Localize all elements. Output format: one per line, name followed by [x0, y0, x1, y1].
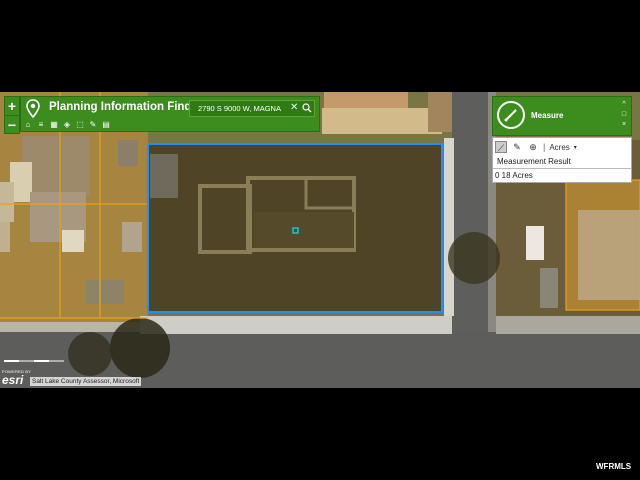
planning-finder-panel: Planning Information Finder 2790 S 9000 …: [20, 96, 320, 132]
home-icon[interactable]: ⌂: [23, 120, 33, 130]
location-tool-icon[interactable]: ⊕: [527, 141, 539, 153]
area-tool-icon[interactable]: ⟋: [495, 141, 507, 153]
select-icon[interactable]: ⬚: [75, 120, 85, 130]
layers-icon[interactable]: ◈: [62, 120, 72, 130]
zoom-in-button[interactable]: +: [5, 97, 19, 115]
zoom-out-button[interactable]: −: [5, 116, 19, 134]
measure-title: Measure: [531, 111, 564, 120]
result-label: Measurement Result: [497, 157, 571, 166]
search-value[interactable]: 2790 S 9000 W, MAGNA: [198, 104, 281, 113]
unit-select[interactable]: Acres: [549, 143, 569, 152]
location-pin-icon: [26, 99, 40, 119]
distance-tool-icon[interactable]: ✎: [511, 141, 523, 153]
scale-bar: [4, 360, 64, 362]
chevron-down-icon[interactable]: ▾: [574, 144, 577, 151]
result-divider: [493, 168, 631, 169]
search-icon[interactable]: [302, 103, 312, 113]
result-value: 0 18 Acres: [495, 171, 533, 180]
finder-toolbar: ⌂ ≡ ▦ ◈ ⬚ ✎ ▤: [23, 120, 111, 132]
print-icon[interactable]: ▤: [101, 120, 111, 130]
collapse-button[interactable]: ^: [619, 100, 629, 110]
list-icon[interactable]: ≡: [36, 120, 46, 130]
watermark: WFRMLS: [596, 462, 632, 471]
zoom-control: + −: [4, 96, 20, 134]
draw-icon[interactable]: ✎: [88, 120, 98, 130]
maximize-button[interactable]: □: [619, 110, 629, 120]
ruler-pencil-icon: [504, 109, 517, 122]
measure-widget-button[interactable]: [497, 101, 525, 129]
measure-panel: ⟋ ✎ ⊕ | Acres ▾ Measurement Result 0 18 …: [492, 137, 632, 183]
measure-toolbar: ⟋ ✎ ⊕ | Acres ▾: [495, 140, 577, 154]
esri-wordmark: esri: [2, 373, 24, 387]
esri-logo: POWERED BY esri: [2, 369, 31, 386]
clear-search-icon[interactable]: ✕: [290, 102, 298, 113]
letterbox-top: [0, 0, 640, 92]
basemap-icon[interactable]: ▦: [49, 120, 59, 130]
measure-window-controls: ^ □ ×: [619, 100, 629, 130]
close-button[interactable]: ×: [619, 120, 629, 130]
letterbox-bottom: [0, 388, 640, 480]
measure-header: Measure ^ □ ×: [492, 96, 632, 136]
address-search-input[interactable]: 2790 S 9000 W, MAGNA ✕: [189, 100, 315, 117]
map-attribution: Salt Lake County Assessor, Microsoft: [30, 377, 142, 386]
toolbar-divider: |: [543, 142, 546, 152]
finder-title: Planning Information Finder: [49, 101, 203, 113]
